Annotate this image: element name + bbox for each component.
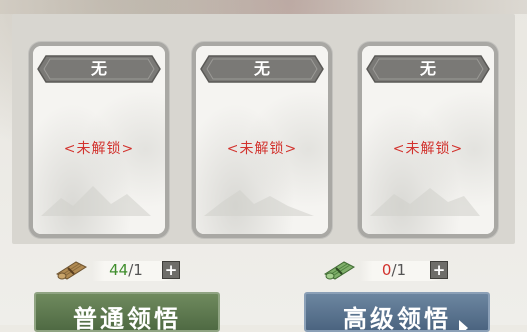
advanced-comprehend-button[interactable]: 高级领悟 bbox=[304, 292, 490, 332]
add-resource-button[interactable]: + bbox=[162, 261, 180, 279]
normal-comprehend-button[interactable]: 普通领悟 bbox=[34, 292, 220, 332]
resource-total: 1 bbox=[396, 261, 407, 279]
resource-total: 1 bbox=[133, 261, 143, 279]
skill-slot-3[interactable]: 无 <未解锁> bbox=[358, 42, 498, 238]
resource-counter: 44/1 bbox=[96, 259, 156, 281]
resource-normal: 44/1 + bbox=[54, 258, 190, 282]
resource-counter: 0/1 bbox=[364, 259, 424, 281]
advanced-comprehend-label: 高级领悟 bbox=[343, 304, 451, 332]
locked-status-text: <未解锁> bbox=[63, 141, 135, 157]
card-title-banner: 无 bbox=[36, 54, 162, 84]
ink-mountain-decoration bbox=[204, 190, 314, 216]
card-title-banner: 无 bbox=[365, 54, 491, 84]
arrow-right-icon bbox=[459, 320, 468, 330]
skill-slot-2[interactable]: 无 <未解锁> bbox=[192, 42, 332, 238]
resource-current: 44 bbox=[109, 261, 129, 279]
card-title: 无 bbox=[419, 59, 436, 78]
top-decoration bbox=[0, 0, 527, 14]
locked-status-text: <未解锁> bbox=[226, 141, 298, 157]
add-resource-button[interactable]: + bbox=[430, 261, 448, 279]
normal-comprehend-label: 普通领悟 bbox=[73, 304, 181, 332]
skill-slot-1[interactable]: 无 <未解锁> bbox=[29, 42, 169, 238]
ink-mountain-decoration bbox=[41, 186, 151, 216]
resource-advanced: 0/1 + bbox=[322, 258, 458, 282]
card-title-banner: 无 bbox=[199, 54, 325, 84]
locked-status-text: <未解锁> bbox=[392, 141, 464, 157]
card-title: 无 bbox=[253, 59, 270, 78]
scroll-bundle-icon bbox=[55, 261, 88, 280]
cards-panel: 无 <未解锁> 无 <未解锁> 无 <未解锁> bbox=[12, 14, 515, 244]
card-title: 无 bbox=[90, 59, 107, 78]
ink-mountain-decoration bbox=[370, 188, 480, 216]
green-scroll-icon bbox=[323, 261, 356, 280]
